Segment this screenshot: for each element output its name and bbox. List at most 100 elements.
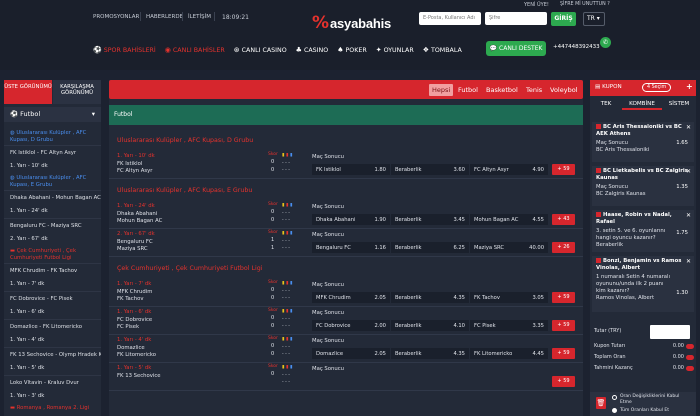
sport-selector[interactable]: ⚽ Futbol ▾ xyxy=(4,107,101,122)
nav-poker[interactable]: ♠ POKER xyxy=(337,46,367,54)
match-teams[interactable]: 1. Yarı - 24' dk Dhaka Abahani Mohun Bagan… xyxy=(117,203,162,226)
contact-link[interactable]: İLETİŞİM xyxy=(188,14,211,20)
odd-button-draw[interactable]: Beraberlik 4.35 xyxy=(391,348,469,359)
more-markets-button[interactable]: + 59 xyxy=(552,376,575,387)
nav-games[interactable]: ✦ OYUNLAR xyxy=(376,46,414,54)
odd-button-away[interactable]: FC Altyn Asyr 4.90 xyxy=(470,164,548,175)
odd-button-home[interactable]: Bengaluru FC 1.16 xyxy=(312,242,390,253)
filter-basketball[interactable]: Basketbol xyxy=(483,84,521,96)
league-title[interactable]: Uluslararası Kulüpler , AFC Kupası, D Gr… xyxy=(117,137,253,144)
toggle-icon[interactable] xyxy=(686,365,694,371)
odd-button-away[interactable]: FK Tachov 3.05 xyxy=(470,292,548,303)
odd-button-draw[interactable]: Beraberlik 6.25 xyxy=(391,242,469,253)
league-title[interactable]: Uluslararası Kulüpler , AFC Kupası, E Gr… xyxy=(117,187,252,194)
whatsapp-icon[interactable]: ✆ xyxy=(600,37,611,48)
nav-live-betting[interactable]: ◉ CANLI BAHİSLER xyxy=(165,46,225,54)
more-markets-button[interactable]: + 59 xyxy=(552,164,575,175)
tab-system[interactable]: SİSTEM xyxy=(664,98,694,110)
list-item-match[interactable]: MFK Chrudim - FK Tachov xyxy=(4,263,101,277)
list-item-match[interactable]: FC Dobrovice - FC Pisek xyxy=(4,291,101,305)
toggle-icon[interactable] xyxy=(686,354,694,360)
match-teams[interactable]: 1. Yarı - 6' dk FC Dobrovice FC Pisek xyxy=(117,309,152,332)
list-item-match[interactable]: Domazlice - FK Litomericko xyxy=(4,319,101,333)
close-icon[interactable]: ✕ xyxy=(686,258,691,265)
nav-sports-betting[interactable]: ⚽ SPOR BAHİSLERİ xyxy=(93,46,156,54)
tab-single[interactable]: TEK xyxy=(592,98,620,110)
checkbox-icon[interactable] xyxy=(596,258,601,263)
odd-button-away[interactable]: FC Pisek 3.35 xyxy=(470,320,548,331)
email-field[interactable]: E-Posta, Kullanıcı Adı xyxy=(419,12,481,25)
radio-no-odds-change[interactable] xyxy=(612,395,617,400)
odd-button-draw[interactable]: Beraberlik 4.10 xyxy=(391,320,469,331)
match-teams[interactable]: 1. Yarı - 5' dk FK 13 Sechovice xyxy=(117,365,161,380)
filter-volleyball[interactable]: Voleybol xyxy=(547,84,580,96)
list-item-match[interactable]: Bengaluru FC - Maziya SRC xyxy=(4,218,101,232)
checkbox-icon[interactable] xyxy=(596,168,601,173)
more-markets-button[interactable]: + 26 xyxy=(552,242,575,253)
odd-button-home[interactable]: FK Istiklol 1.80 xyxy=(312,164,390,175)
match-teams[interactable]: 1. Yarı - 4' dk Domazlice FK Litomericko xyxy=(117,337,156,360)
filter-tennis[interactable]: Tenis xyxy=(523,84,545,96)
trash-icon[interactable]: 🗑 xyxy=(596,397,606,409)
radio-accept-all[interactable] xyxy=(612,408,617,413)
promotions-link[interactable]: PROMOSYONLAR xyxy=(93,14,139,20)
nav-casino[interactable]: ♣ CASINO xyxy=(296,46,329,54)
stake-input[interactable] xyxy=(650,325,690,339)
odd-button-home[interactable]: Dhaka Abahani 1.90 xyxy=(312,214,390,225)
close-icon[interactable]: ✕ xyxy=(686,168,691,175)
bet-item[interactable]: BC Aris Thessaloniki vs BC AEK Athens ✕ Ma… xyxy=(592,122,694,162)
nav-tombala[interactable]: ❖ TOMBALA xyxy=(423,46,462,54)
signup-link[interactable]: YENİ ÜYE! xyxy=(524,2,549,8)
divider xyxy=(109,334,583,335)
toggle-icon[interactable] xyxy=(686,343,694,349)
live-support-button[interactable]: 💬 CANLI DESTEK xyxy=(486,41,546,56)
odd-button-away[interactable]: FK Litomericko 4.45 xyxy=(470,348,548,359)
more-markets-button[interactable]: + 59 xyxy=(552,292,575,303)
tab-list-view[interactable]: ÜSTE GÖRÜNÜMÜ xyxy=(4,80,52,104)
league-title[interactable]: Çek Cumhuriyeti , Çek Cumhuriyeti Futbol… xyxy=(117,265,263,272)
checkbox-icon[interactable] xyxy=(596,212,601,217)
odd-button-home[interactable]: Domazlice 2.05 xyxy=(312,348,390,359)
list-item-match[interactable]: Dhaka Abahani - Mohun Bagan AC xyxy=(4,190,101,204)
more-markets-button[interactable]: + 43 xyxy=(552,214,575,225)
odd-button-home[interactable]: MFK Chrudim 2.05 xyxy=(312,292,390,303)
match-teams[interactable]: 1. Yarı - 7' dk MFK Chrudim FK Tachov xyxy=(117,281,152,304)
more-markets-button[interactable]: + 59 xyxy=(552,348,575,359)
close-icon[interactable]: ✕ xyxy=(686,124,691,131)
list-item-match[interactable]: FK 13 Sechovice - Olymp Hradek Kralove xyxy=(4,347,101,361)
language-select[interactable]: TR ▾ xyxy=(583,12,605,26)
checkbox-icon[interactable] xyxy=(596,124,601,129)
phone-number[interactable]: +447448392433 xyxy=(553,44,600,50)
odd-value: 3.45 xyxy=(453,216,465,223)
news-link[interactable]: HABERLERDE xyxy=(146,14,183,20)
forgot-password-link[interactable]: ŞİFRE Mİ UNUTTUN ? xyxy=(560,2,610,7)
nav-live-casino[interactable]: ⊛ CANLI CASINO xyxy=(234,46,287,54)
odds-row: Dhaka Abahani 1.90 Beraberlik 3.45 Mohun Bag… xyxy=(312,214,548,225)
more-markets-button[interactable]: + 59 xyxy=(552,320,575,331)
list-item-match[interactable]: FK Istiklol - FC Altyn Asyr xyxy=(4,145,101,159)
match-teams[interactable]: 2. Yarı - 67' dk Bengaluru FC Maziya SRC xyxy=(117,231,155,254)
bet-item[interactable]: BC Lietkabelis vs BC Zalgiris Kaunas ✕ Maç… xyxy=(592,166,694,206)
close-icon[interactable]: ✕ xyxy=(686,212,691,219)
tab-combo[interactable]: KOMBİNE xyxy=(622,98,662,110)
list-item-match[interactable]: Loko Vltavin - Kraluv Dvur xyxy=(4,375,101,389)
summary-row: Kupon Tutarı 0.00 xyxy=(594,343,694,349)
login-button[interactable]: GİRİŞ xyxy=(551,12,576,26)
add-icon[interactable]: + xyxy=(686,82,693,91)
odd-button-away[interactable]: Mohun Bagan AC 4.55 xyxy=(470,214,548,225)
match-teams[interactable]: 1. Yarı - 10' dk FK Istiklol FC Altyn Asyr xyxy=(117,153,155,176)
odd-button-away[interactable]: Maziya SRC 40.00 xyxy=(470,242,548,253)
league-name: Çek Cumhuriyeti , Çek Cumhuriyeti Futbol… xyxy=(10,248,77,261)
odd-button-draw[interactable]: Beraberlik 4.35 xyxy=(391,292,469,303)
odd-button-home[interactable]: FC Dobrovice 2.00 xyxy=(312,320,390,331)
filter-football[interactable]: Futbol xyxy=(455,84,481,96)
brand-logo[interactable]: % asyabahis xyxy=(312,14,391,32)
bet-item[interactable]: Haase, Robin vs Nadal, Rafael ✕ 3. setin 5… xyxy=(592,210,694,252)
match-time: 1. Yarı - 4' dk xyxy=(10,337,45,343)
odd-button-draw[interactable]: Beraberlik 3.45 xyxy=(391,214,469,225)
filter-all[interactable]: Hepsi xyxy=(429,84,454,96)
tab-match-view[interactable]: KARŞILAŞMA GÖRÜNÜMÜ xyxy=(53,80,101,104)
odd-button-draw[interactable]: Beraberlik 3.60 xyxy=(391,164,469,175)
bet-item[interactable]: Bonzi, Benjamin vs Ramos Vinolas, Albert… xyxy=(592,256,694,312)
password-field[interactable]: Şifre xyxy=(485,12,547,25)
